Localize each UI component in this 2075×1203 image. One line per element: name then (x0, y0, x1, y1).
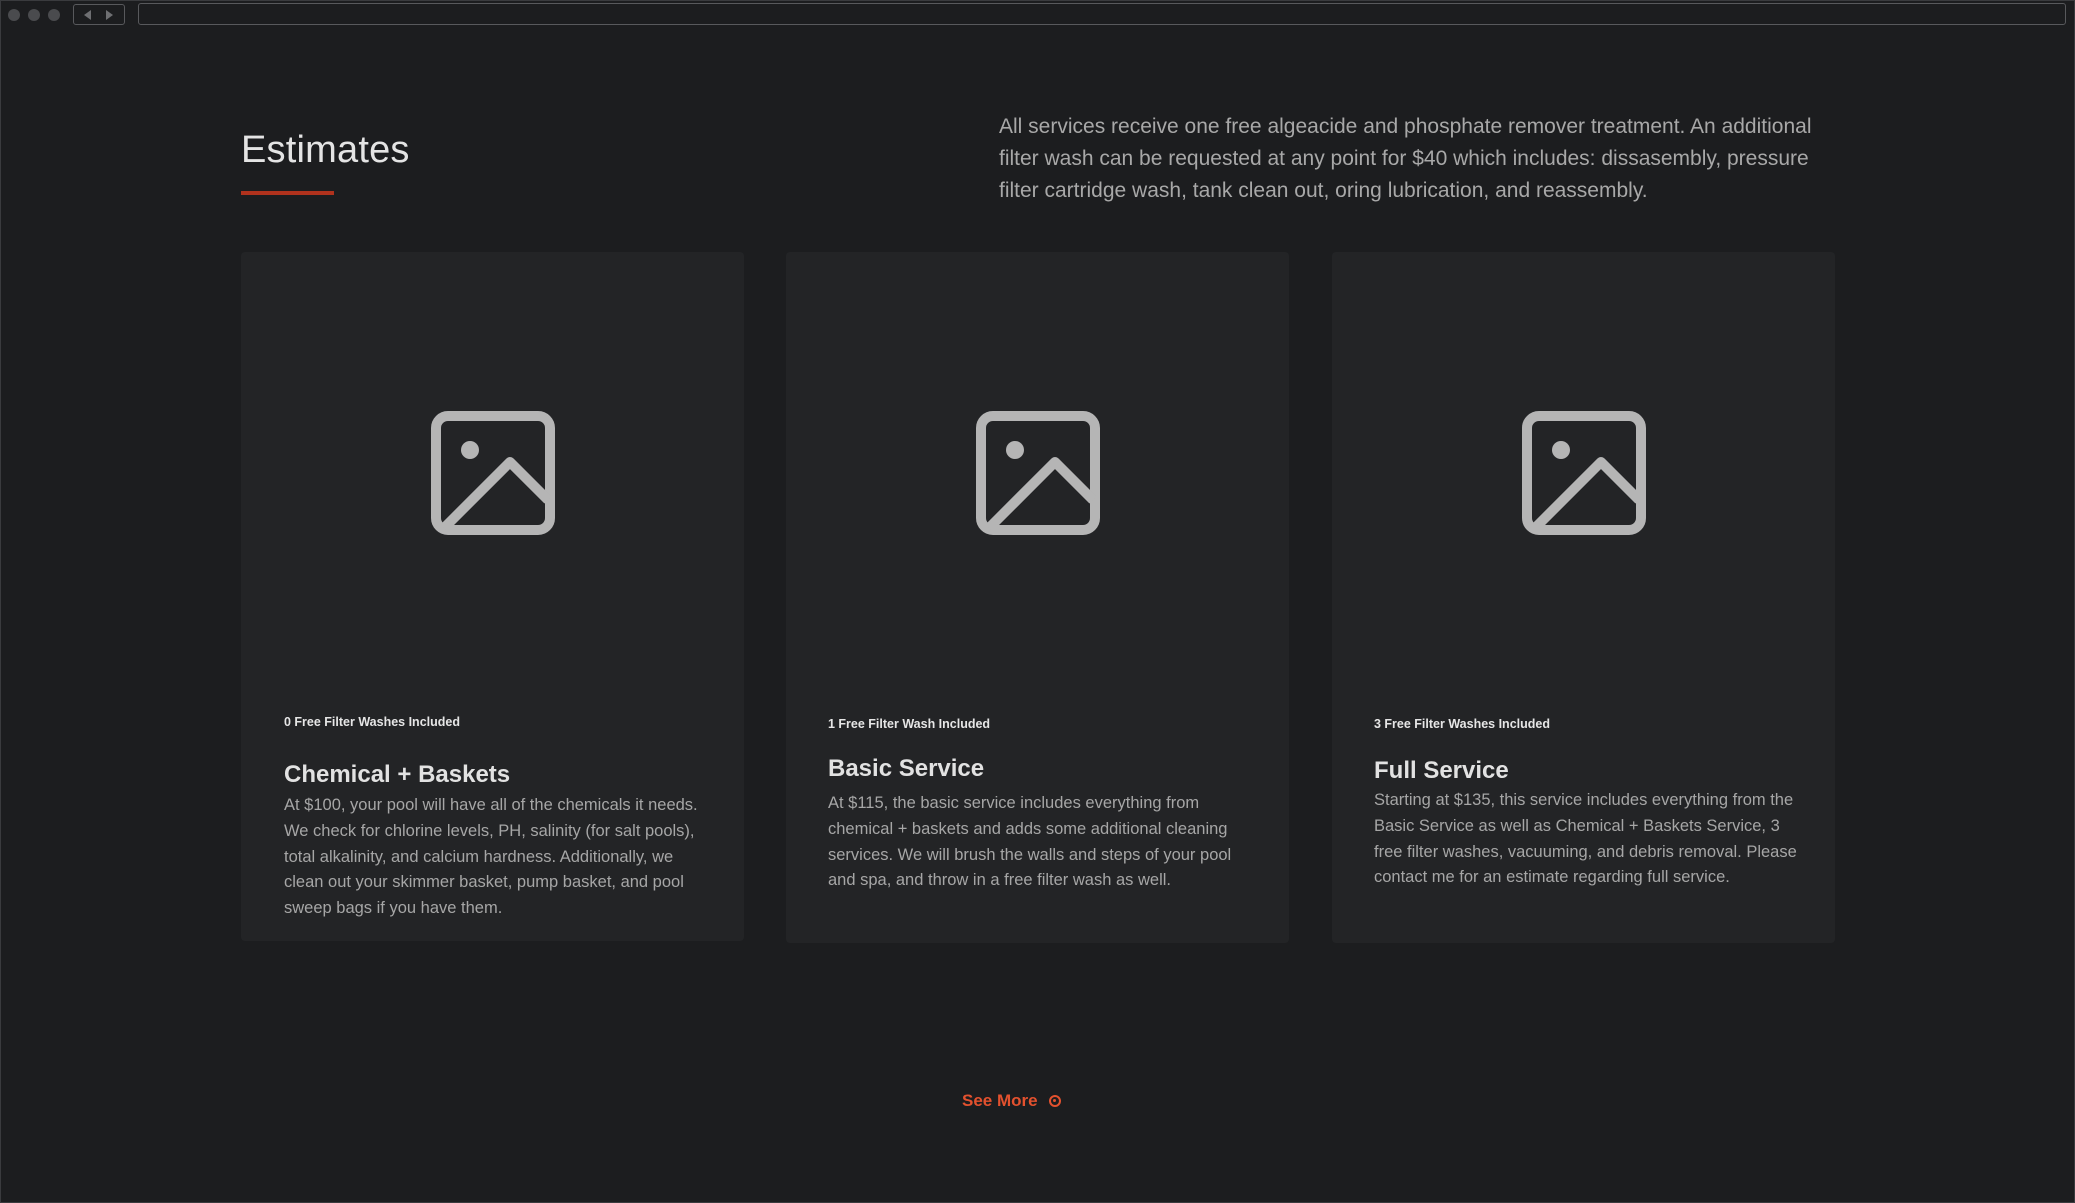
back-arrow-icon[interactable] (84, 10, 91, 20)
circle-arrow-icon (1048, 1095, 1061, 1107)
image-placeholder-icon (976, 411, 1100, 535)
forward-arrow-icon[interactable] (106, 10, 113, 20)
card-description: At $100, your pool will have all of the … (284, 796, 698, 918)
window-maximize-control[interactable] (48, 9, 60, 21)
image-placeholder-icon (1522, 411, 1646, 535)
intro-text: All services receive one free algeacide … (999, 115, 1812, 202)
card-title: Basic Service (828, 755, 985, 782)
filter-wash-badge: 1 Free Filter Wash Included (828, 717, 991, 731)
filter-wash-badge: 0 Free Filter Washes Included (284, 715, 460, 729)
card-description: At $115, the basic service includes ever… (828, 794, 1232, 890)
see-more-label: See More (962, 1091, 1038, 1110)
service-card-basic-service: 1 Free Filter Wash Included Basic Servic… (786, 252, 1289, 943)
window-minimize-control[interactable] (28, 9, 40, 21)
filter-wash-badge: 3 Free Filter Washes Included (1374, 717, 1550, 731)
browser-window: Estimates All services receive one free … (0, 0, 2075, 1203)
card-title: Chemical + Baskets (284, 761, 511, 788)
image-placeholder-icon (431, 411, 555, 535)
browser-nav-buttons (73, 4, 125, 25)
service-card-full-service: 3 Free Filter Washes Included Full Servi… (1332, 252, 1835, 943)
card-description: Starting at $135, this service includes … (1374, 791, 1797, 887)
page-title: Estimates (241, 129, 410, 171)
service-card-chemical-baskets: 0 Free Filter Washes Included Chemical +… (241, 252, 744, 941)
window-close-control[interactable] (8, 9, 20, 21)
title-underline (241, 191, 334, 195)
url-bar[interactable] (138, 3, 2066, 25)
see-more-link[interactable]: See More (962, 1091, 1061, 1111)
card-title: Full Service (1374, 757, 1509, 784)
browser-chrome (1, 1, 2075, 29)
